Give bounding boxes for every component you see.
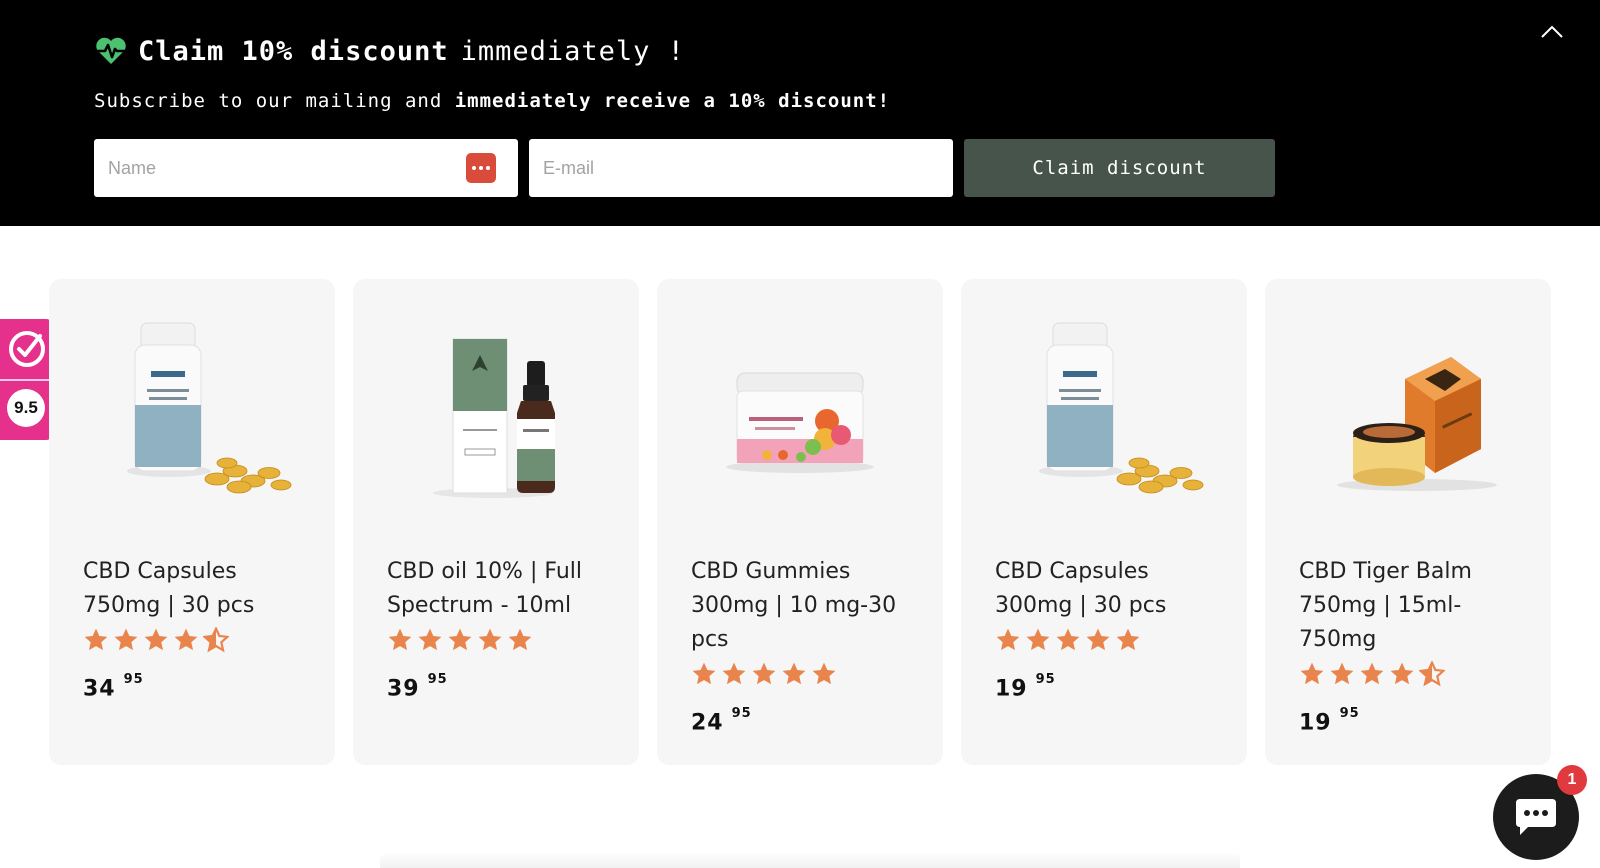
star-half-icon — [203, 627, 229, 653]
heart-pulse-icon — [96, 37, 126, 64]
product-image — [981, 309, 1227, 509]
product-grid: CBD Capsules 750mg | 30 pcs 34 95 CBD oi… — [49, 279, 1551, 765]
price-cents: 95 — [427, 672, 448, 687]
star-full-icon — [448, 628, 472, 651]
price-main: 39 — [387, 676, 420, 702]
star-full-icon — [388, 628, 412, 651]
product-info: CBD Capsules 300mg | 30 pcs 19 95 — [995, 555, 1215, 706]
star-full-icon — [812, 662, 836, 685]
banner-title: Claim 10% discount immediately ! — [94, 30, 685, 72]
star-full-icon — [174, 628, 198, 651]
price-main: 19 — [995, 676, 1028, 702]
price-cents: 95 — [1035, 672, 1056, 687]
product-card[interactable]: CBD Tiger Balm 750mg | 15ml-750mg 19 95 — [1265, 279, 1551, 765]
product-price: 24 95 — [691, 701, 911, 740]
star-full-icon — [1300, 662, 1324, 685]
review-score: 9.5 — [7, 389, 45, 427]
product-title[interactable]: CBD Capsules 750mg | 30 pcs — [83, 555, 303, 623]
product-title[interactable]: CBD Capsules 300mg | 30 pcs — [995, 555, 1215, 623]
banner-subtitle-bold: immediately receive a 10% discount! — [454, 90, 891, 112]
product-card[interactable]: CBD Capsules 300mg | 30 pcs 19 95 — [961, 279, 1247, 765]
product-title[interactable]: CBD Gummies 300mg | 10 mg-30 pcs — [691, 555, 911, 657]
product-price: 34 95 — [83, 667, 303, 706]
star-rating — [83, 625, 303, 655]
star-full-icon — [84, 628, 108, 651]
star-full-icon — [1360, 662, 1384, 685]
product-image — [1285, 309, 1531, 509]
price-cents: 95 — [1339, 706, 1360, 721]
email-input[interactable] — [529, 139, 953, 197]
star-full-icon — [418, 628, 442, 651]
star-full-icon — [722, 662, 746, 685]
product-price: 39 95 — [387, 667, 607, 706]
claim-discount-button[interactable]: Claim discount — [964, 139, 1275, 197]
star-full-icon — [1086, 628, 1110, 651]
star-full-icon — [1330, 662, 1354, 685]
product-image — [373, 309, 619, 509]
product-image — [69, 309, 315, 509]
product-info: CBD oil 10% | Full Spectrum - 10ml 39 95 — [387, 555, 607, 706]
star-full-icon — [1056, 628, 1080, 651]
price-main: 24 — [691, 710, 724, 736]
star-half-icon — [1419, 661, 1445, 687]
price-main: 19 — [1299, 710, 1332, 736]
footer-edge — [380, 852, 1240, 868]
star-rating — [1299, 659, 1519, 689]
banner-title-light: immediately ! — [460, 35, 685, 67]
star-full-icon — [508, 628, 532, 651]
banner-subtitle-light: Subscribe to our mailing and — [94, 90, 455, 112]
banner-subtitle: Subscribe to our mailing and immediately… — [94, 90, 890, 112]
chat-bubble-icon — [1516, 799, 1556, 835]
price-cents: 95 — [123, 672, 144, 687]
product-image — [677, 309, 923, 509]
star-full-icon — [1116, 628, 1140, 651]
product-info: CBD Tiger Balm 750mg | 15ml-750mg 19 95 — [1299, 555, 1519, 740]
star-full-icon — [996, 628, 1020, 651]
star-rating — [995, 625, 1215, 655]
star-full-icon — [782, 662, 806, 685]
star-full-icon — [114, 628, 138, 651]
star-full-icon — [1390, 662, 1414, 685]
badge-divider — [0, 379, 54, 381]
product-title[interactable]: CBD oil 10% | Full Spectrum - 10ml — [387, 555, 607, 623]
banner-title-bold: Claim 10% discount — [138, 35, 449, 67]
star-full-icon — [1026, 628, 1050, 651]
product-card[interactable]: CBD Capsules 750mg | 30 pcs 34 95 — [49, 279, 335, 765]
review-score-badge[interactable]: 9.5 — [0, 319, 54, 440]
price-cents: 95 — [731, 706, 752, 721]
star-full-icon — [752, 662, 776, 685]
name-input[interactable] — [94, 139, 518, 197]
product-title[interactable]: CBD Tiger Balm 750mg | 15ml-750mg — [1299, 555, 1519, 657]
password-manager-icon[interactable] — [466, 153, 496, 183]
product-price: 19 95 — [995, 667, 1215, 706]
star-rating — [691, 659, 911, 689]
star-full-icon — [478, 628, 502, 651]
price-main: 34 — [83, 676, 116, 702]
product-info: CBD Capsules 750mg | 30 pcs 34 95 — [83, 555, 303, 706]
product-card[interactable]: CBD Gummies 300mg | 10 mg-30 pcs 24 95 — [657, 279, 943, 765]
star-full-icon — [144, 628, 168, 651]
product-card[interactable]: CBD oil 10% | Full Spectrum - 10ml 39 95 — [353, 279, 639, 765]
product-info: CBD Gummies 300mg | 10 mg-30 pcs 24 95 — [691, 555, 911, 740]
product-price: 19 95 — [1299, 701, 1519, 740]
discount-banner: Claim 10% discount immediately ! Subscri… — [0, 0, 1600, 226]
chevron-up-icon[interactable] — [1538, 18, 1566, 46]
chat-unread-badge: 1 — [1557, 765, 1587, 795]
star-full-icon — [692, 662, 716, 685]
checkmark-seal-icon — [9, 331, 45, 367]
star-rating — [387, 625, 607, 655]
